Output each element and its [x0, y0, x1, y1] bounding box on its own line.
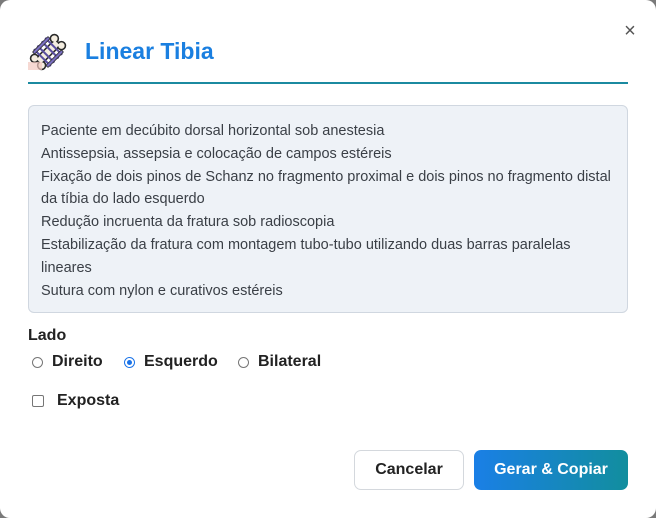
dialog-title: Linear Tibia — [85, 38, 214, 64]
radio-label-esquerdo: Esquerdo — [144, 353, 218, 370]
exposta-checkbox[interactable] — [32, 395, 44, 407]
description-line: Estabilização da fratura com montagem tu… — [41, 236, 571, 276]
radio-direito[interactable]: Direito — [32, 351, 103, 373]
description-line: Paciente em decúbito dorsal horizontal s… — [41, 123, 385, 139]
lado-label: Lado — [28, 327, 67, 344]
radio-label-bilateral: Bilateral — [258, 353, 322, 370]
description-line: Fixação de dois pinos de Schanz no fragm… — [41, 168, 611, 208]
radio-bilateral[interactable]: Bilateral — [238, 351, 321, 373]
header-divider — [28, 82, 628, 84]
description-line: Redução incruenta da fratura sob radiosc… — [41, 214, 335, 231]
procedure-description: Paciente em decúbito dorsal horizontal s… — [28, 105, 628, 313]
cancel-button[interactable]: Cancelar — [354, 450, 464, 490]
radio-esquerdo[interactable]: Esquerdo — [124, 351, 218, 373]
description-line: Sutura com nylon e curativos estéreis — [41, 282, 283, 299]
exposta-checkbox-row[interactable]: Exposta — [32, 390, 119, 412]
bone-fixator-icon — [28, 32, 68, 72]
linear-tibia-dialog: × Linear Tibia Paciente em decúbito dors… — [0, 0, 656, 518]
radio-circle[interactable] — [32, 356, 43, 368]
radio-label-direito: Direito — [52, 353, 103, 370]
generate-copy-button[interactable]: Gerar & Copiar — [474, 450, 628, 490]
dialog-header: Linear Tibia — [28, 32, 628, 84]
description-line: Antissepsia, assepsia e colocação de cam… — [41, 145, 392, 162]
exposta-label: Exposta — [57, 392, 120, 409]
radio-circle[interactable] — [238, 356, 249, 368]
radio-circle-checked[interactable] — [124, 356, 135, 368]
